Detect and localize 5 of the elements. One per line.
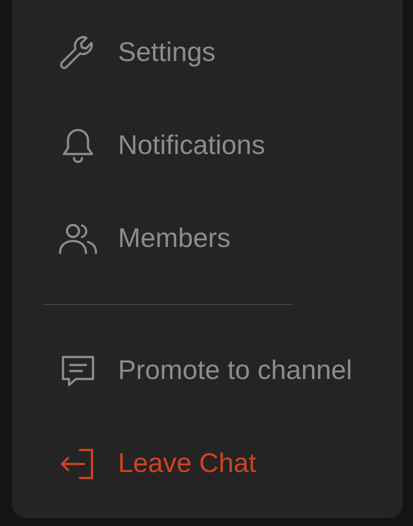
menu-item[interactable]: Members xyxy=(12,192,403,285)
menu-item[interactable]: Promote to channel xyxy=(12,324,403,417)
menu-item[interactable]: Leave Chat xyxy=(12,417,403,510)
menu-item[interactable]: Settings xyxy=(12,6,403,99)
menu-item[interactable]: Notifications xyxy=(12,99,403,192)
